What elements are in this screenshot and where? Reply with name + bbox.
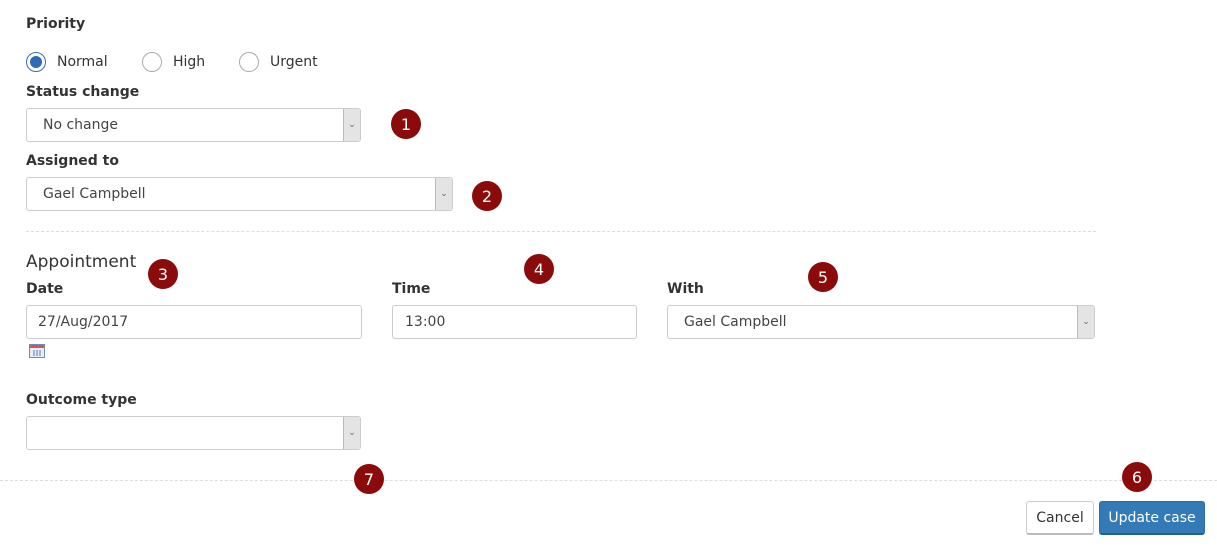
outcome-type-select[interactable]: ⌄ bbox=[26, 416, 361, 450]
date-input[interactable]: 27/Aug/2017 bbox=[26, 305, 362, 339]
with-select[interactable]: Gael Campbell ⌄ bbox=[667, 305, 1095, 339]
status-change-value: No change bbox=[43, 117, 119, 133]
callout-badge-7: 7 bbox=[354, 464, 384, 494]
assigned-to-value: Gael Campbell bbox=[43, 186, 146, 202]
time-label: Time bbox=[392, 281, 431, 297]
status-change-select[interactable]: No change ⌄ bbox=[26, 108, 361, 142]
footer-divider bbox=[0, 480, 1217, 481]
priority-high-radio[interactable]: High bbox=[142, 52, 205, 72]
status-change-label: Status change bbox=[26, 84, 140, 100]
appointment-title: Appointment bbox=[26, 252, 137, 272]
with-label: With bbox=[667, 281, 704, 297]
callout-badge-2: 2 bbox=[472, 181, 502, 211]
date-value: 27/Aug/2017 bbox=[38, 314, 129, 330]
priority-high-label: High bbox=[173, 54, 206, 70]
priority-label: Priority bbox=[26, 16, 86, 32]
priority-normal-radio[interactable]: Normal bbox=[26, 52, 108, 72]
callout-badge-6: 6 bbox=[1122, 462, 1152, 492]
assigned-to-label: Assigned to bbox=[26, 153, 119, 169]
radio-unchecked-icon[interactable] bbox=[142, 52, 162, 72]
chevron-down-icon[interactable]: ⌄ bbox=[435, 178, 452, 210]
chevron-down-icon[interactable]: ⌄ bbox=[343, 417, 360, 449]
time-input[interactable]: 13:00 bbox=[392, 305, 637, 339]
update-case-button[interactable]: Update case bbox=[1099, 501, 1205, 535]
chevron-down-icon[interactable]: ⌄ bbox=[343, 109, 360, 141]
time-value: 13:00 bbox=[405, 314, 446, 330]
assigned-to-select[interactable]: Gael Campbell ⌄ bbox=[26, 177, 453, 211]
callout-badge-3: 3 bbox=[148, 259, 178, 289]
radio-unchecked-icon[interactable] bbox=[239, 52, 259, 72]
outcome-type-label: Outcome type bbox=[26, 392, 137, 408]
priority-urgent-label: Urgent bbox=[270, 54, 318, 70]
callout-badge-1: 1 bbox=[391, 109, 421, 139]
priority-normal-label: Normal bbox=[57, 54, 108, 70]
section-divider bbox=[26, 231, 1096, 232]
callout-badge-5: 5 bbox=[808, 262, 838, 292]
radio-checked-icon[interactable] bbox=[26, 52, 46, 72]
calendar-icon[interactable] bbox=[29, 344, 45, 358]
priority-urgent-radio[interactable]: Urgent bbox=[239, 52, 318, 72]
cancel-button[interactable]: Cancel bbox=[1026, 501, 1094, 535]
date-label: Date bbox=[26, 281, 64, 297]
chevron-down-icon[interactable]: ⌄ bbox=[1077, 306, 1094, 338]
with-value: Gael Campbell bbox=[684, 314, 787, 330]
callout-badge-4: 4 bbox=[524, 254, 554, 284]
